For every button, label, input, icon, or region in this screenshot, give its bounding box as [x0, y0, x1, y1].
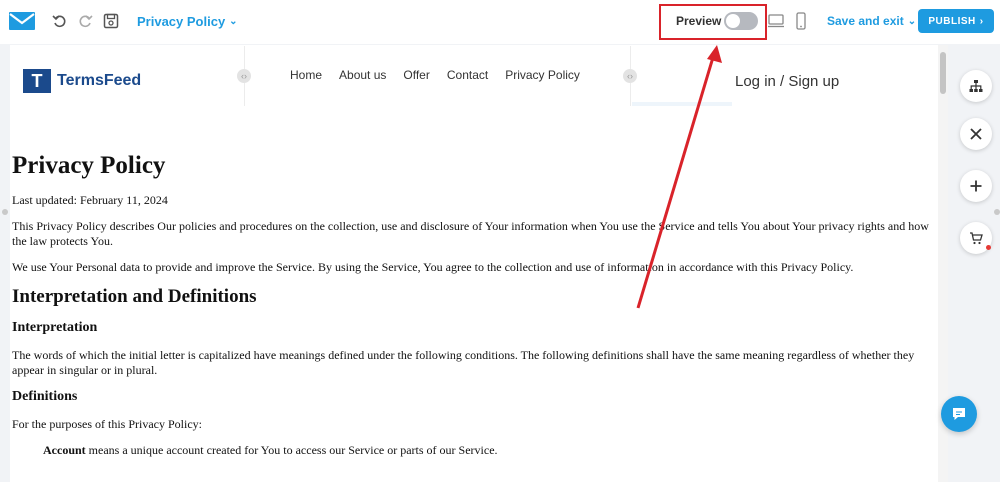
column-resize-handle[interactable]: ‹›	[623, 69, 637, 83]
add-button[interactable]	[960, 170, 992, 202]
cart-icon	[970, 232, 983, 245]
last-updated: Last updated: February 11, 2024	[12, 193, 168, 207]
chevron-down-icon: ⌄	[229, 16, 238, 27]
definitions-intro: For the purposes of this Privacy Policy:	[12, 417, 202, 431]
site-logo-text: TermsFeed	[57, 72, 142, 89]
preview-label: Preview	[676, 14, 722, 28]
save-and-exit-button[interactable]: Save and exit ⌄	[827, 14, 916, 28]
interpretation-paragraph: The words of which the initial letter is…	[12, 348, 915, 377]
close-icon	[970, 128, 982, 140]
cart-notification-dot	[986, 245, 991, 250]
save-icon[interactable]	[103, 13, 119, 29]
close-button[interactable]	[960, 118, 992, 150]
publish-button[interactable]: PUBLISH ›	[918, 9, 994, 33]
selection-indicator	[632, 102, 732, 106]
nav-item-home[interactable]: Home	[290, 68, 322, 82]
mail-icon[interactable]	[9, 12, 35, 30]
page-selector-label: Privacy Policy	[137, 14, 226, 29]
sitemap-button[interactable]	[960, 70, 992, 102]
publish-label: PUBLISH	[928, 15, 976, 27]
chat-button[interactable]	[941, 396, 977, 432]
nav-item-contact[interactable]: Contact	[447, 68, 488, 82]
chevron-right-icon: ›	[979, 15, 984, 27]
column-resize-handle[interactable]: ‹›	[237, 69, 251, 83]
toggle-knob	[726, 14, 740, 28]
desktop-icon[interactable]	[768, 14, 784, 28]
document-title: Privacy Policy	[12, 152, 166, 179]
termsfeed-logo-mark: T	[23, 69, 51, 93]
subsection-heading: Interpretation	[12, 320, 98, 335]
definition-text: means a unique account created for You t…	[85, 443, 498, 457]
site-nav: Home About us Offer Contact Privacy Poli…	[290, 68, 580, 82]
scrollbar-thumb[interactable]	[940, 52, 946, 94]
chevron-down-icon: ⌄	[907, 15, 917, 27]
undo-icon[interactable]	[52, 13, 68, 29]
right-edge-handle[interactable]	[994, 209, 1000, 215]
login-signup-link[interactable]: Log in / Sign up	[735, 73, 839, 90]
section-heading: Interpretation and Definitions	[12, 286, 257, 307]
plus-icon	[970, 180, 982, 192]
mobile-icon[interactable]	[796, 12, 806, 30]
definition-term: Account	[43, 443, 86, 457]
subsection-heading: Definitions	[12, 389, 78, 404]
preview-toggle[interactable]	[724, 12, 758, 30]
page-selector[interactable]: Privacy Policy ⌄	[137, 14, 238, 29]
redo-icon[interactable]	[77, 13, 93, 29]
nav-item-privacy-policy[interactable]: Privacy Policy	[505, 68, 580, 82]
nav-item-about-us[interactable]: About us	[339, 68, 386, 82]
save-and-exit-label: Save and exit	[827, 14, 904, 28]
site-logo[interactable]: T TermsFeed	[23, 69, 141, 93]
chat-icon	[953, 408, 965, 420]
intro-paragraph-1: This Privacy Policy describes Our polici…	[12, 219, 929, 248]
definition-item: Account means a unique account created f…	[12, 443, 936, 458]
nav-item-offer[interactable]: Offer	[403, 68, 429, 82]
intro-paragraph-2: We use Your Personal data to provide and…	[12, 260, 854, 274]
privacy-policy-document: Privacy Policy Last updated: February 11…	[12, 152, 936, 469]
left-edge-handle[interactable]	[2, 209, 8, 215]
sitemap-icon	[969, 80, 983, 92]
